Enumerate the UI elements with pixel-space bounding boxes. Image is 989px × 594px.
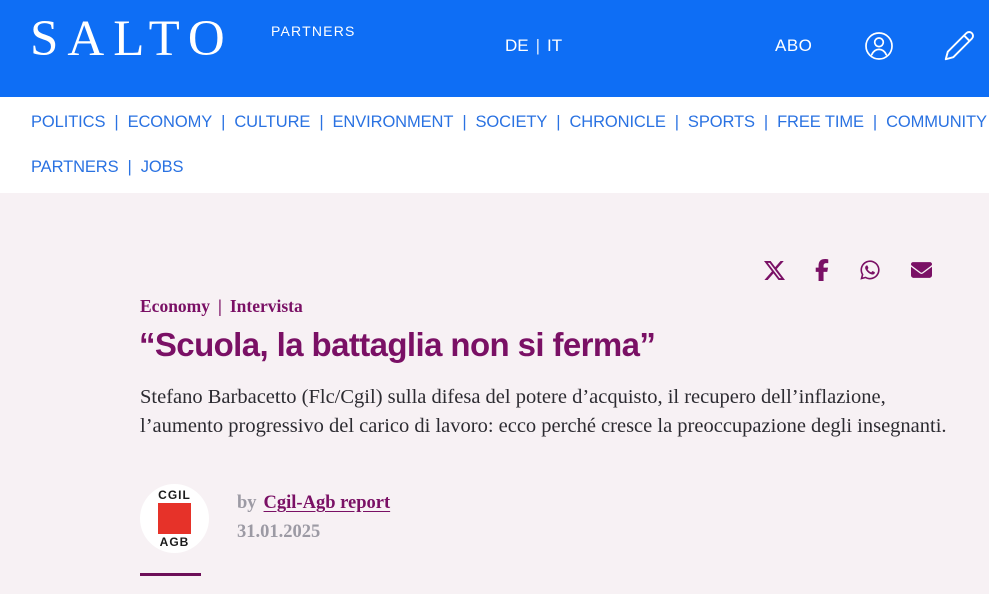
- facebook-icon[interactable]: [815, 259, 829, 281]
- nav-separator: |: [128, 158, 132, 176]
- byline-date: 31.01.2025: [237, 522, 390, 543]
- article-header-section: Economy | Intervista “Scuola, la battagl…: [0, 193, 989, 594]
- account-icon[interactable]: [863, 30, 895, 62]
- lang-de-link[interactable]: DE: [505, 36, 529, 56]
- share-buttons: [764, 258, 932, 282]
- whatsapp-icon[interactable]: [859, 259, 881, 281]
- nav-separator: |: [764, 113, 768, 131]
- nav-item-politics[interactable]: POLITICS: [31, 113, 105, 131]
- nav-item-chronicle[interactable]: CHRONICLE: [569, 113, 665, 131]
- x-icon[interactable]: [764, 260, 785, 281]
- nav-separator: |: [556, 113, 560, 131]
- byline-prefix: by: [237, 493, 257, 513]
- cgil-red-square: [158, 503, 191, 534]
- section-divider: [140, 573, 201, 576]
- nav-separator: |: [221, 113, 225, 131]
- nav-row-1: POLITICS | ECONOMY | CULTURE | ENVIRONMENT | SOC…: [31, 113, 989, 132]
- nav-item-society[interactable]: SOCIETY: [476, 113, 548, 131]
- site-header: SALTO PARTNERS DE | IT ABO: [0, 0, 989, 97]
- lang-it-link[interactable]: IT: [547, 36, 562, 56]
- nav-item-culture[interactable]: CULTURE: [234, 113, 310, 131]
- kicker-category[interactable]: Economy: [140, 296, 210, 317]
- nav-item-free-time[interactable]: FREE TIME: [777, 113, 864, 131]
- nav-separator: |: [319, 113, 323, 131]
- avatar-org-top-label: CGIL: [158, 488, 191, 502]
- page: SALTO PARTNERS DE | IT ABO POLITICS | ECON…: [0, 0, 989, 594]
- article-lead: Stefano Barbacetto (Flc/Cgil) sulla dife…: [140, 383, 948, 440]
- nav-item-sports[interactable]: SPORTS: [688, 113, 755, 131]
- kicker-separator: |: [218, 296, 222, 317]
- language-separator: |: [536, 36, 540, 56]
- nav-item-community[interactable]: COMMUNITY: [886, 113, 987, 131]
- avatar-org-bottom-label: AGB: [160, 535, 190, 549]
- byline-author-row: by Cgil-Agb report: [237, 493, 390, 514]
- byline-author-link[interactable]: Cgil-Agb report: [264, 493, 391, 513]
- email-icon[interactable]: [911, 262, 932, 278]
- article-kicker: Economy | Intervista: [140, 296, 303, 317]
- pencil-icon[interactable]: [943, 29, 976, 62]
- nav-item-partners[interactable]: PARTNERS: [31, 158, 119, 176]
- language-switcher: DE | IT: [505, 36, 562, 56]
- site-logo[interactable]: SALTO: [30, 10, 234, 68]
- main-nav: POLITICS | ECONOMY | CULTURE | ENVIRONMENT | SOC…: [0, 97, 989, 193]
- partners-label[interactable]: PARTNERS: [271, 23, 356, 39]
- kicker-subcategory[interactable]: Intervista: [230, 296, 303, 317]
- author-avatar[interactable]: CGIL AGB: [140, 484, 209, 553]
- nav-item-jobs[interactable]: JOBS: [141, 158, 184, 176]
- abo-link[interactable]: ABO: [775, 36, 812, 56]
- article-title: “Scuola, la battaglia non si ferma”: [139, 326, 655, 364]
- nav-item-economy[interactable]: ECONOMY: [128, 113, 213, 131]
- nav-separator: |: [462, 113, 466, 131]
- nav-separator: |: [114, 113, 118, 131]
- nav-separator: |: [675, 113, 679, 131]
- nav-item-environment[interactable]: ENVIRONMENT: [333, 113, 454, 131]
- nav-separator: |: [873, 113, 877, 131]
- nav-row-2: PARTNERS | JOBS: [31, 158, 183, 177]
- byline: by Cgil-Agb report 31.01.2025: [237, 493, 390, 543]
